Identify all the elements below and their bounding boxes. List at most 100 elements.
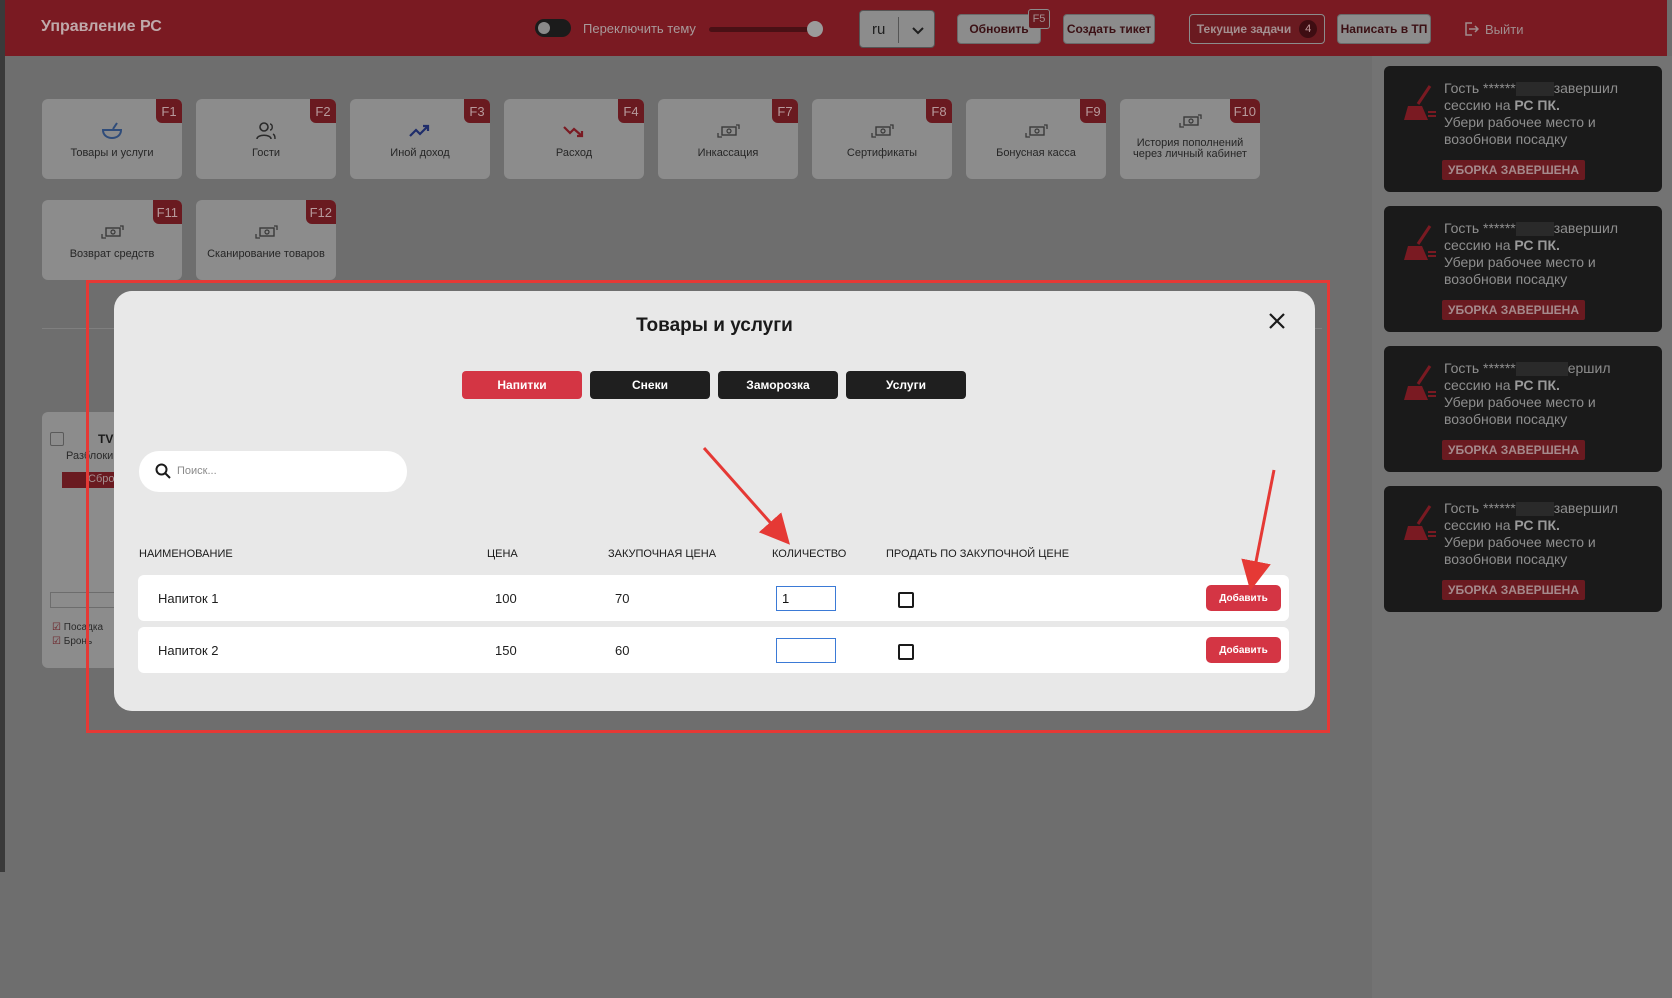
tile-key-badge: F4 [618, 99, 644, 123]
tasks-count-badge: 4 [1299, 20, 1318, 38]
current-tasks-button[interactable]: Текущие задачи 4 [1189, 14, 1325, 44]
notification-line2: сессию на [1444, 517, 1515, 533]
tile-collection[interactable]: F7 Инкассация [658, 99, 798, 179]
redacted-block [1515, 82, 1554, 97]
notification-prefix: Гость ****** [1444, 360, 1516, 376]
notification-badge[interactable]: УБОРКА ЗАВЕРШЕНА [1442, 580, 1586, 600]
cash-exchange-icon [101, 225, 124, 239]
redacted-block [1515, 502, 1554, 517]
notification-badge[interactable]: УБОРКА ЗАВЕРШЕНА [1442, 440, 1586, 460]
notification-line2: сессию на [1444, 97, 1515, 113]
notification-line4: возобнови посадку [1444, 271, 1568, 287]
notification-text: Гость ****** завершил сессию на РС ПК. Уб… [1444, 80, 1654, 148]
notification-line3: Убери рабочее место и [1444, 394, 1596, 410]
tile-key-badge: F11 [152, 200, 182, 224]
trend-up-icon [409, 124, 430, 137]
notification-text: Гость ****** завершил сессию на РС ПК. Уб… [1444, 500, 1654, 568]
notification-card: Гость ****** ершил сессию на РС ПК. Убери… [1384, 346, 1662, 472]
cash-exchange-icon [1179, 114, 1202, 128]
tile-key-badge: F7 [772, 99, 798, 123]
tile-label: Бонусная касса [996, 147, 1076, 159]
tile-expense[interactable]: F4 Расход [504, 99, 644, 179]
write-support-button[interactable]: Написать в ТП [1337, 14, 1431, 44]
tile-label: Товары и услуги [70, 147, 154, 159]
language-value: ru [872, 21, 886, 38]
tile-key-badge: F2 [310, 99, 336, 123]
app-root: Управление РС Переключить тему ru Обнови… [0, 0, 1672, 998]
tile-key-badge: F9 [1080, 99, 1106, 123]
notification-suffix: завершил [1553, 500, 1618, 516]
cash-exchange-icon [1025, 124, 1048, 138]
notification-suffix: завершил [1553, 220, 1618, 236]
volume-slider-handle[interactable] [807, 21, 823, 37]
notification-line4: возобнови посадку [1444, 411, 1568, 427]
app-title: Управление РС [41, 18, 162, 35]
background-collapse-icon [50, 432, 64, 446]
tile-goods[interactable]: F1 Товары и услуги [42, 99, 182, 179]
tile-topup-history[interactable]: F10 История пополнений через личный каби… [1120, 99, 1260, 179]
tile-label: Гости [251, 147, 281, 159]
notification-text: Гость ****** завершил сессию на РС ПК. Уб… [1444, 220, 1654, 288]
notification-card: Гость ****** завершил сессию на РС ПК. Уб… [1384, 206, 1662, 332]
bowl-icon [101, 122, 123, 140]
redacted-block [1515, 362, 1568, 377]
notification-suffix: ершил [1567, 360, 1611, 376]
trend-down-icon [563, 126, 584, 138]
tile-scan-goods[interactable]: F12 Сканирование товаров [196, 200, 336, 280]
tile-other-income[interactable]: F3 Иной доход [350, 99, 490, 179]
top-header: Управление РС Переключить тему ru Обнови… [5, 0, 1667, 56]
notification-line3: Убери рабочее место и [1444, 254, 1596, 270]
redacted-block [1515, 222, 1554, 237]
volume-slider[interactable] [709, 27, 823, 32]
notification-suffix: завершил [1553, 80, 1618, 96]
notification-text: Гость ****** ершил сессию на РС ПК. Убери… [1444, 360, 1654, 428]
notification-prefix: Гость ****** [1444, 80, 1516, 96]
tile-label: Сертификаты [846, 147, 918, 159]
notification-pc: РС ПК. [1514, 237, 1560, 253]
theme-toggle-knob [538, 22, 550, 34]
tile-refund[interactable]: F11 Возврат средств [42, 200, 182, 280]
notification-line2: сессию на [1444, 377, 1515, 393]
chevron-down-icon [912, 27, 924, 35]
left-edge [0, 0, 5, 872]
cash-exchange-icon [717, 124, 740, 138]
broom-icon [1404, 225, 1436, 260]
tile-key-badge: F8 [926, 99, 952, 123]
broom-icon [1404, 365, 1436, 400]
logout-button[interactable]: Выйти [1463, 21, 1524, 37]
tile-key-badge: F3 [464, 99, 490, 123]
cash-exchange-icon [255, 225, 278, 239]
notification-line3: Убери рабочее место и [1444, 534, 1596, 550]
tile-key-badge: F12 [305, 200, 336, 224]
refresh-button[interactable]: Обновить F5 [957, 9, 1050, 44]
notification-line4: возобнови посадку [1444, 131, 1568, 147]
language-select[interactable]: ru [859, 10, 935, 48]
notification-badge[interactable]: УБОРКА ЗАВЕРШЕНА [1442, 160, 1586, 180]
theme-toggle[interactable] [535, 19, 571, 37]
tile-label: Расход [555, 147, 593, 159]
notification-badge[interactable]: УБОРКА ЗАВЕРШЕНА [1442, 300, 1586, 320]
tile-key-badge: F1 [156, 99, 182, 123]
notification-card: Гость ****** завершил сессию на РС ПК. Уб… [1384, 66, 1662, 192]
tile-label: Возврат средств [69, 248, 155, 260]
tile-label: Иной доход [390, 147, 450, 159]
broom-icon [1404, 505, 1436, 540]
tile-guests[interactable]: F2 Гости [196, 99, 336, 179]
notification-pc: РС ПК. [1514, 97, 1560, 113]
tile-certificates[interactable]: F8 Сертификаты [812, 99, 952, 179]
notification-line2: сессию на [1444, 237, 1515, 253]
cash-exchange-icon [871, 124, 894, 138]
logout-icon [1465, 22, 1479, 36]
tile-bonus-cash[interactable]: F9 Бонусная касса [966, 99, 1106, 179]
theme-label: Переключить тему [583, 21, 696, 36]
tile-label: Инкассация [697, 147, 759, 159]
annotation-highlight-box [86, 280, 1330, 733]
notification-line3: Убери рабочее место и [1444, 114, 1596, 130]
notification-prefix: Гость ****** [1444, 220, 1516, 236]
refresh-button-label: Обновить [969, 22, 1029, 36]
logout-label: Выйти [1485, 21, 1524, 37]
create-ticket-button[interactable]: Создать тикет [1063, 14, 1155, 44]
notification-pc: РС ПК. [1514, 377, 1560, 393]
tile-label: Сканирование товаров [207, 248, 325, 260]
tile-key-badge: F10 [1229, 99, 1260, 123]
